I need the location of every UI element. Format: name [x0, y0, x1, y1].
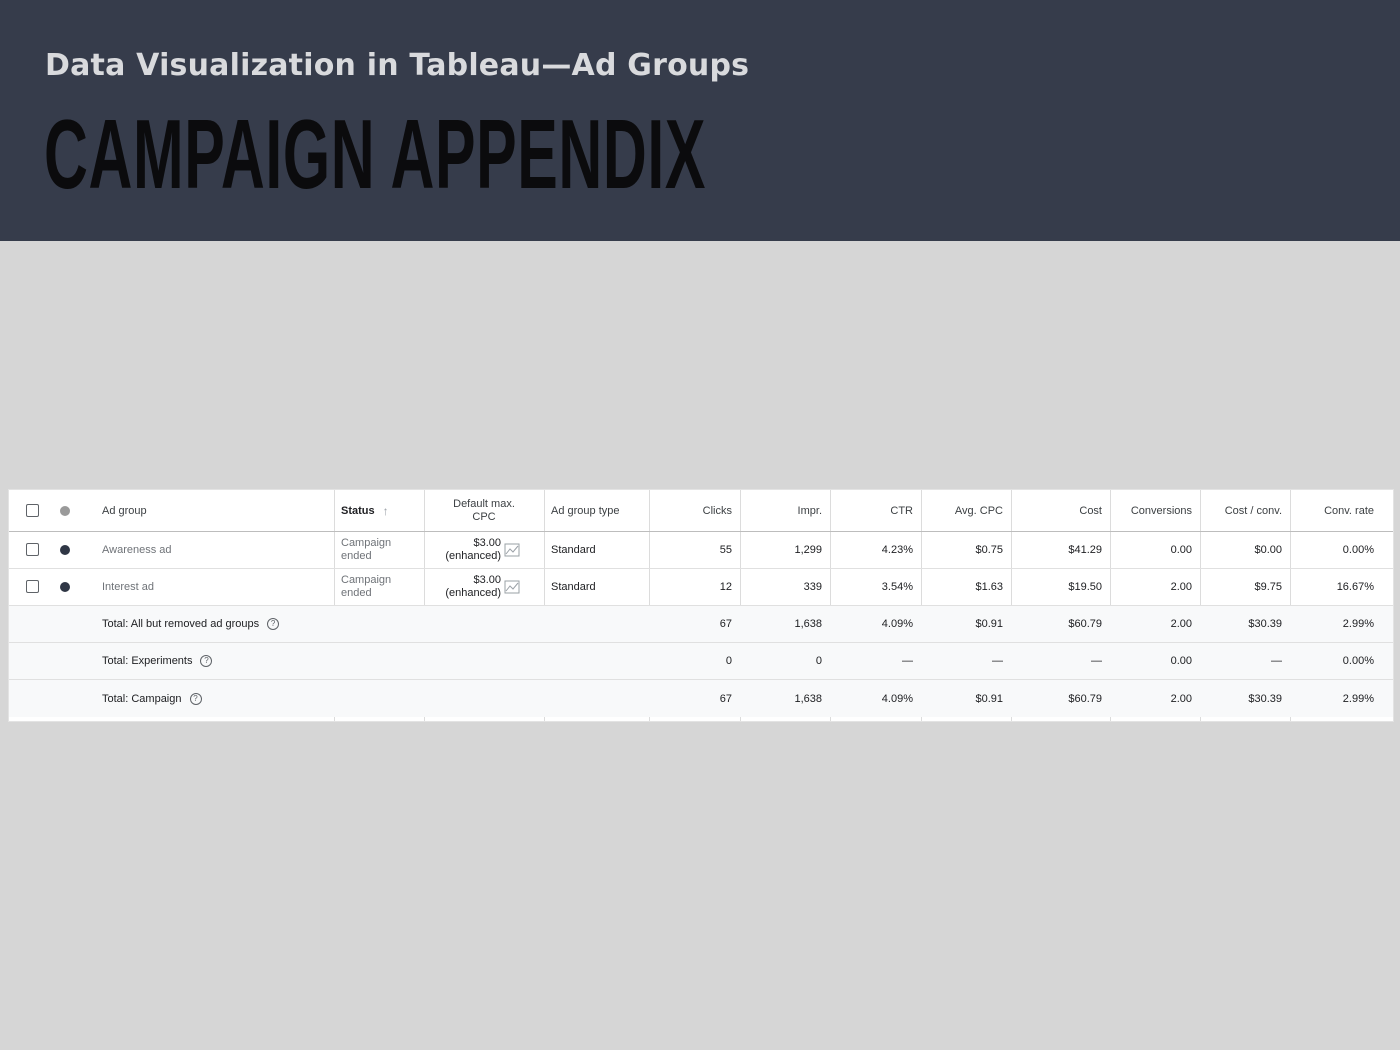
clicks-cell: 55 [719, 544, 732, 556]
ctr-cell: 4.23% [881, 544, 913, 556]
avg-cpc-cell: $0.75 [975, 544, 1003, 556]
status-dot-icon [60, 506, 70, 516]
ad-group-name-link[interactable]: Interest ad [95, 569, 334, 605]
cpc-bidding-mode: (enhanced) [445, 550, 501, 562]
avg-cpc-cell: — [992, 655, 1003, 667]
slide-title: CAMPAIGN APPENDIX [44, 99, 707, 209]
conv-rate-cell: 0.00% [1342, 544, 1374, 556]
select-all-checkbox[interactable] [26, 504, 39, 517]
ad-group-name-link[interactable]: Awareness ad [95, 532, 334, 568]
total-label-cell: Total: Campaign ? [95, 680, 334, 717]
help-icon[interactable]: ? [267, 618, 280, 630]
cost-per-conv-cell: $9.75 [1254, 581, 1282, 593]
status-cell: Campaign ended [334, 569, 424, 605]
column-header-cost-per-conv[interactable]: Cost / conv. [1200, 490, 1290, 531]
impr-cell: 1,299 [794, 544, 822, 556]
cost-per-conv-cell: $30.39 [1248, 692, 1282, 705]
total-label-cell: Total: All but removed ad groups ? [95, 606, 334, 642]
table-header-row: Ad group Status ↑ Default max. CPC Ad gr… [9, 490, 1393, 532]
impr-cell: 1,638 [794, 618, 822, 630]
column-header-status[interactable]: Status ↑ [334, 490, 424, 531]
conv-rate-cell: 2.99% [1342, 692, 1374, 705]
table-row: Interest ad Campaign ended $3.00 (enhanc… [9, 569, 1393, 606]
cost-cell: $19.50 [1068, 581, 1102, 593]
column-header-default-max-cpc-line2: CPC [472, 510, 496, 523]
cost-per-conv-cell: — [1271, 655, 1282, 667]
total-row: Total: All but removed ad groups ? 67 1,… [9, 606, 1393, 643]
column-header-ctr[interactable]: CTR [830, 490, 921, 531]
conversions-cell: 2.00 [1170, 581, 1192, 593]
total-label-cell: Total: Experiments ? [95, 643, 334, 679]
conversions-cell: 2.00 [1170, 692, 1192, 705]
conversions-cell: 0.00 [1170, 544, 1192, 556]
bid-chart-icon[interactable] [504, 543, 520, 557]
status-dot-icon [60, 582, 70, 592]
column-header-conv-rate[interactable]: Conv. rate [1290, 490, 1391, 531]
conv-rate-cell: 0.00% [1342, 655, 1374, 667]
ad-group-type-cell: Standard [551, 544, 596, 556]
total-label: Total: Experiments [102, 655, 193, 667]
status-line1: Campaign [341, 537, 392, 549]
table-row: Awareness ad Campaign ended $3.00 (enhan… [9, 532, 1393, 569]
avg-cpc-cell: $1.63 [975, 581, 1003, 593]
cost-per-conv-cell: $0.00 [1254, 544, 1282, 556]
total-label: Total: Campaign [102, 692, 182, 705]
row-checkbox[interactable] [26, 543, 39, 556]
sort-ascending-icon[interactable]: ↑ [383, 504, 389, 518]
ctr-cell: 4.09% [881, 692, 913, 705]
clicks-cell: 67 [719, 618, 732, 630]
total-row: Total: Experiments ? 0 0 — — — 0.00 — 0.… [9, 643, 1393, 680]
ctr-cell: — [902, 655, 913, 667]
ad-group-type-cell: Standard [551, 581, 596, 593]
column-header-ad-group[interactable]: Ad group [95, 490, 334, 531]
status-line1: Campaign [341, 574, 392, 586]
column-header-ad-group-type[interactable]: Ad group type [544, 490, 649, 531]
clicks-cell: 0 [725, 655, 732, 667]
status-dot-icon [60, 545, 70, 555]
ad-groups-table: Ad group Status ↑ Default max. CPC Ad gr… [8, 489, 1394, 722]
cost-per-conv-cell: $30.39 [1248, 618, 1282, 630]
cost-cell: $60.79 [1068, 618, 1102, 630]
clicks-cell: 67 [719, 692, 732, 705]
column-header-default-max-cpc[interactable]: Default max. CPC [424, 490, 544, 531]
cost-cell: — [1091, 655, 1102, 667]
impr-cell: 339 [803, 581, 822, 593]
ctr-cell: 3.54% [881, 581, 913, 593]
column-header-impr[interactable]: Impr. [740, 490, 830, 531]
help-icon[interactable]: ? [189, 692, 202, 705]
cpc-bidding-mode: (enhanced) [445, 587, 501, 599]
status-line2: ended [341, 550, 372, 562]
total-row: Total: Campaign ? 67 1,638 4.09% $0.91 $… [9, 680, 1393, 717]
column-header-conversions[interactable]: Conversions [1110, 490, 1200, 531]
cpc-value: $3.00 [473, 537, 501, 549]
ctr-cell: 4.09% [881, 618, 913, 630]
status-cell: Campaign ended [334, 532, 424, 568]
conv-rate-cell: 16.67% [1336, 581, 1374, 593]
cpc-value: $3.00 [473, 574, 501, 586]
cost-cell: $41.29 [1068, 544, 1102, 556]
column-header-status-label: Status [341, 504, 375, 517]
impr-cell: 0 [815, 655, 822, 667]
default-max-cpc-cell[interactable]: $3.00 (enhanced) [424, 532, 544, 568]
conversions-cell: 2.00 [1170, 618, 1192, 630]
column-header-cost[interactable]: Cost [1011, 490, 1110, 531]
impr-cell: 1,638 [794, 692, 822, 705]
avg-cpc-cell: $0.91 [975, 618, 1003, 630]
column-header-clicks[interactable]: Clicks [649, 490, 740, 531]
column-header-default-max-cpc-line1: Default max. [453, 497, 515, 510]
clicks-cell: 12 [719, 581, 732, 593]
cost-cell: $60.79 [1068, 692, 1102, 705]
column-header-avg-cpc[interactable]: Avg. CPC [921, 490, 1011, 531]
row-checkbox[interactable] [26, 580, 39, 593]
avg-cpc-cell: $0.91 [975, 692, 1003, 705]
status-line2: ended [341, 587, 372, 599]
total-label: Total: All but removed ad groups [102, 618, 260, 630]
bid-chart-icon[interactable] [504, 580, 520, 594]
slide-subtitle: Data Visualization in Tableau—Ad Groups [45, 48, 750, 83]
help-icon[interactable]: ? [200, 655, 213, 667]
conversions-cell: 0.00 [1170, 655, 1192, 667]
slide-header: Data Visualization in Tableau—Ad Groups … [0, 0, 1400, 241]
conv-rate-cell: 2.99% [1342, 618, 1374, 630]
default-max-cpc-cell[interactable]: $3.00 (enhanced) [424, 569, 544, 605]
